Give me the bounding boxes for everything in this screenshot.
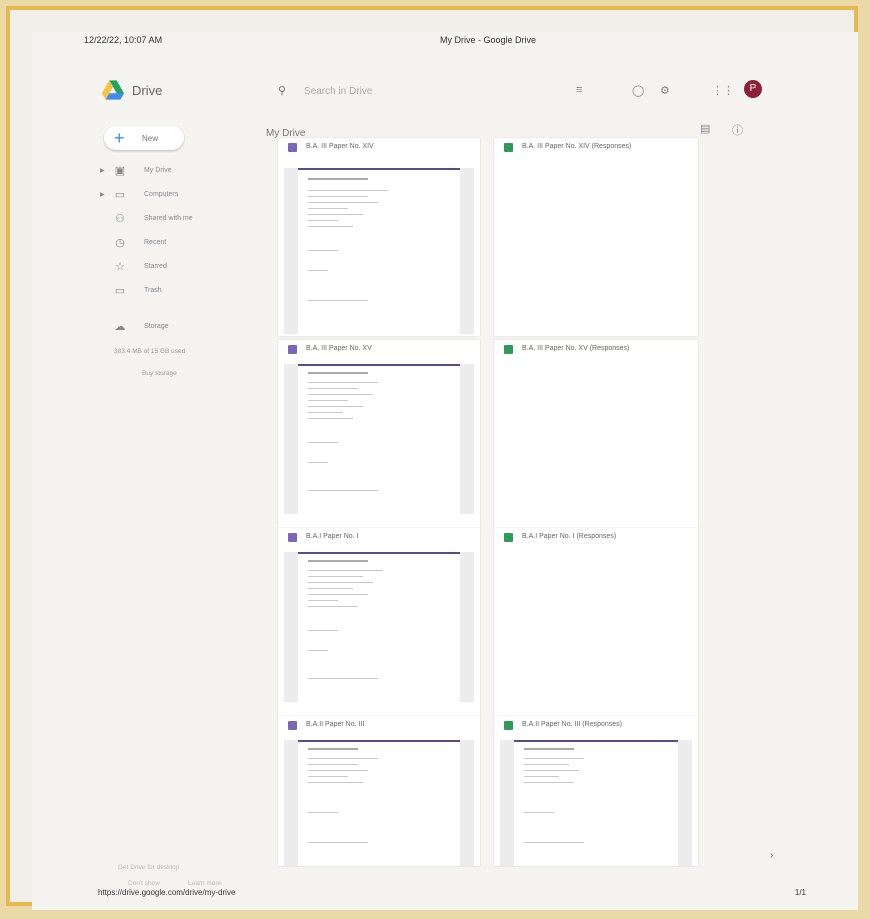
print-datetime: 12/22/22, 10:07 AM <box>84 35 163 45</box>
sheet-icon <box>504 143 513 152</box>
file-thumbnail <box>284 552 474 702</box>
shared-icon: ⚇ <box>115 213 125 225</box>
print-footer: https://drive.google.com/drive/my-drive … <box>32 886 858 910</box>
top-bar: Drive ⚲ Search in Drive ≡ ◯ ⚙ ⋮⋮ P <box>32 74 858 108</box>
search-bar[interactable]: ⚲ Search in Drive <box>278 84 518 102</box>
sidebar-item-label: Storage <box>144 323 169 330</box>
sidebar-item-label: Starred <box>144 263 167 270</box>
file-card[interactable]: B.A. III Paper No. XV <box>278 340 480 528</box>
file-card[interactable]: B.A.I Paper No. I <box>278 528 480 716</box>
apps-grid-icon[interactable]: ⋮⋮ <box>712 84 734 97</box>
file-card[interactable]: B.A.I Paper No. I (Responses) <box>494 528 698 716</box>
file-card-header: B.A.I Paper No. I <box>278 528 480 548</box>
form-preview <box>298 552 460 702</box>
form-icon <box>288 533 297 542</box>
form-icon <box>288 143 297 152</box>
my-drive-icon: ▣ <box>114 165 126 177</box>
new-button-label: New <box>142 134 159 143</box>
clock-icon: ◷ <box>115 237 125 249</box>
file-card[interactable]: B.A.II Paper No. III <box>278 716 480 866</box>
file-thumbnail <box>284 364 474 514</box>
drive-logo-icon[interactable] <box>102 80 124 100</box>
file-name: B.A. III Paper No. XIV (Responses) <box>522 143 632 150</box>
form-icon <box>288 345 297 354</box>
file-name: B.A. III Paper No. XV (Responses) <box>522 345 630 352</box>
file-name: B.A. III Paper No. XV <box>306 345 372 352</box>
print-url: https://drive.google.com/drive/my-drive <box>98 888 236 897</box>
buy-storage-link[interactable]: Buy storage <box>142 370 262 377</box>
star-icon: ☆ <box>115 261 125 273</box>
sidebar-item-label: Recent <box>144 239 167 246</box>
file-card-header: B.A. III Paper No. XV (Responses) <box>494 340 698 360</box>
new-button[interactable]: + New <box>104 126 184 150</box>
form-icon <box>288 721 297 730</box>
sidebar-item-label: My Drive <box>144 167 172 174</box>
cloud-icon: ☁ <box>114 321 126 333</box>
plus-icon: + <box>114 128 125 148</box>
get-drive-text: Get Drive for desktop <box>118 864 180 871</box>
form-preview <box>514 740 678 866</box>
search-input[interactable]: Search in Drive <box>304 86 372 97</box>
file-name: B.A. III Paper No. XIV <box>306 143 374 150</box>
sidebar-item-shared[interactable]: ⚇ Shared with me <box>92 212 262 230</box>
search-options-icon[interactable]: ≡ <box>576 84 582 96</box>
expand-arrow-icon[interactable]: ▶ <box>100 191 105 198</box>
file-name: B.A.I Paper No. I (Responses) <box>522 533 617 540</box>
file-name: B.A.II Paper No. III (Responses) <box>522 721 622 728</box>
avatar[interactable]: P <box>744 80 762 98</box>
file-card-header: B.A. III Paper No. XIV <box>278 138 480 158</box>
file-thumbnail <box>284 168 474 334</box>
file-card-header: B.A. III Paper No. XV <box>278 340 480 360</box>
file-card-header: B.A.II Paper No. III <box>278 716 480 736</box>
sidebar-item-my-drive[interactable]: ▶ ▣ My Drive <box>92 164 262 182</box>
sidebar-item-trash[interactable]: ▭ Trash <box>92 284 262 302</box>
info-icon[interactable]: ⓘ <box>732 122 743 138</box>
form-preview <box>298 364 460 514</box>
print-page-number: 1/1 <box>794 888 806 897</box>
trash-icon: ▭ <box>114 285 126 297</box>
sidebar-item-recent[interactable]: ◷ Recent <box>92 236 262 254</box>
chevron-right-icon[interactable]: › <box>770 850 773 861</box>
file-name: B.A.I Paper No. I <box>306 533 359 540</box>
grid-view-icon[interactable]: ▤ <box>700 122 710 135</box>
product-name: Drive <box>132 83 163 98</box>
sidebar-item-label: Trash <box>144 287 162 294</box>
sheet-icon <box>504 721 513 730</box>
file-card[interactable]: B.A. III Paper No. XIV (Responses) <box>494 138 698 336</box>
file-thumbnail <box>500 740 692 866</box>
file-card[interactable]: B.A. III Paper No. XV (Responses) <box>494 340 698 528</box>
photo-frame: 12/22/22, 10:07 AM My Drive - Google Dri… <box>6 6 858 910</box>
printed-page: 12/22/22, 10:07 AM My Drive - Google Dri… <box>32 32 858 910</box>
file-card-header: B.A.I Paper No. I (Responses) <box>494 528 698 548</box>
file-card-header: B.A.II Paper No. III (Responses) <box>494 716 698 736</box>
file-thumbnail <box>284 740 474 866</box>
form-preview <box>298 168 460 334</box>
print-doc-title: My Drive - Google Drive <box>440 35 537 45</box>
settings-icon[interactable]: ⚙ <box>660 84 670 97</box>
file-card-header: B.A. III Paper No. XIV (Responses) <box>494 138 698 158</box>
print-header: 12/22/22, 10:07 AM My Drive - Google Dri… <box>32 32 858 56</box>
computer-icon: ▭ <box>114 189 126 201</box>
help-icon[interactable]: ◯ <box>632 84 644 97</box>
sheet-icon <box>504 533 513 542</box>
search-icon[interactable]: ⚲ <box>278 84 286 97</box>
expand-arrow-icon[interactable]: ▶ <box>100 167 105 174</box>
file-name: B.A.II Paper No. III <box>306 721 365 728</box>
sidebar-item-computers[interactable]: ▶ ▭ Computers <box>92 188 262 206</box>
sidebar-item-starred[interactable]: ☆ Starred <box>92 260 262 278</box>
sidebar-item-label: Shared with me <box>144 215 193 222</box>
file-card[interactable]: B.A. III Paper No. XIV <box>278 138 480 336</box>
storage-used-text: 383.4 MB of 15 GB used <box>114 348 186 355</box>
file-card[interactable]: B.A.II Paper No. III (Responses) <box>494 716 698 866</box>
sheet-icon <box>504 345 513 354</box>
form-preview <box>298 740 460 866</box>
sidebar-item-storage[interactable]: ☁ Storage <box>92 320 262 338</box>
sidebar-item-label: Computers <box>144 191 179 198</box>
